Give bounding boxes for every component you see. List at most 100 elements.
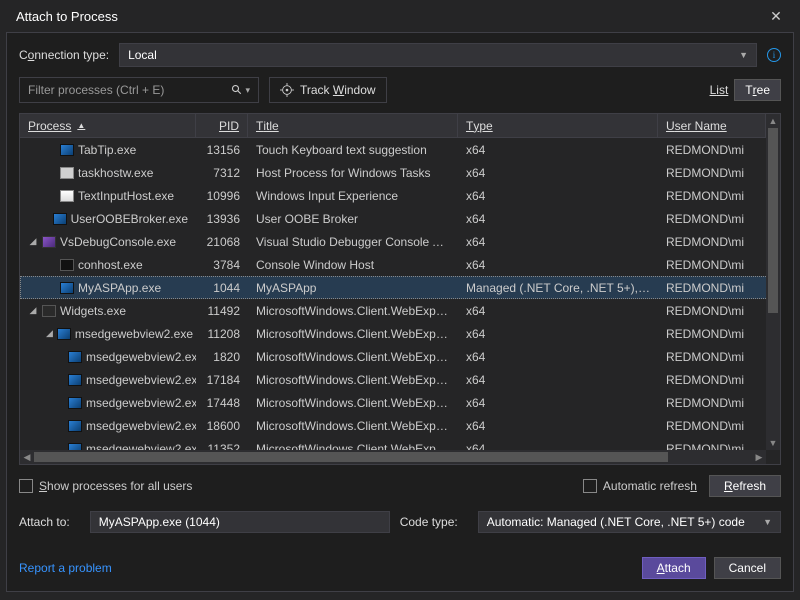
attach-to-input[interactable]: MyASPApp.exe (1044) xyxy=(90,511,390,533)
process-name: VsDebugConsole.exe xyxy=(60,235,176,249)
table-row[interactable]: UserOOBEBroker.exe13936User OOBE Brokerx… xyxy=(20,207,780,230)
vertical-scrollbar[interactable]: ▲ ▼ xyxy=(766,114,780,450)
table-row[interactable]: msedgewebview2.exe18600MicrosoftWindows.… xyxy=(20,414,780,437)
scroll-thumb[interactable] xyxy=(34,452,668,462)
process-title: Visual Studio Debugger Console App… xyxy=(248,235,458,249)
process-name: msedgewebview2.exe xyxy=(86,350,196,364)
crosshair-icon xyxy=(280,83,294,97)
process-type: x64 xyxy=(458,166,658,180)
process-title: Host Process for Windows Tasks xyxy=(248,166,458,180)
process-icon xyxy=(42,236,56,248)
process-pid: 21068 xyxy=(196,235,248,249)
process-icon xyxy=(53,213,67,225)
table-row[interactable]: ◢msedgewebview2.exe11208MicrosoftWindows… xyxy=(20,322,780,345)
auto-refresh-checkbox[interactable]: Automatic refresh xyxy=(583,479,697,493)
process-type: x64 xyxy=(458,143,658,157)
column-title[interactable]: Title xyxy=(248,114,458,137)
column-user[interactable]: User Name xyxy=(658,114,766,137)
info-icon[interactable]: i xyxy=(767,48,781,62)
list-view-button[interactable]: List xyxy=(710,83,729,97)
process-user: REDMOND\mi xyxy=(658,350,766,364)
show-all-users-checkbox[interactable]: Show processes for all users xyxy=(19,479,192,493)
process-name: Widgets.exe xyxy=(60,304,126,318)
process-pid: 13936 xyxy=(196,212,248,226)
code-type-label: Code type: xyxy=(400,515,458,529)
process-title: MyASPApp xyxy=(248,281,458,295)
process-icon xyxy=(57,328,71,340)
chevron-down-icon: ▼ xyxy=(763,517,772,527)
filter-input[interactable]: Filter processes (Ctrl + E) ▾ xyxy=(19,77,259,103)
process-title: MicrosoftWindows.Client.WebExperi… xyxy=(248,327,458,341)
cancel-button[interactable]: Cancel xyxy=(714,557,781,579)
close-icon[interactable]: ✕ xyxy=(762,8,790,25)
scroll-thumb[interactable] xyxy=(768,128,778,313)
auto-refresh-label: Automatic refresh xyxy=(603,479,697,493)
scroll-up-icon[interactable]: ▲ xyxy=(766,114,780,128)
process-pid: 13156 xyxy=(196,143,248,157)
table-row[interactable]: ◢Widgets.exe11492MicrosoftWindows.Client… xyxy=(20,299,780,322)
table-row[interactable]: TextInputHost.exe10996Windows Input Expe… xyxy=(20,184,780,207)
process-pid: 10996 xyxy=(196,189,248,203)
process-name: conhost.exe xyxy=(78,258,143,272)
table-body: TabTip.exe13156Touch Keyboard text sugge… xyxy=(20,138,780,464)
expander-icon[interactable]: ◢ xyxy=(46,328,53,339)
process-type: x64 xyxy=(458,304,658,318)
refresh-button[interactable]: Refresh xyxy=(709,475,781,497)
table-row[interactable]: ◢ VsDebugConsole.exe 21068Visual Studio De… xyxy=(20,230,780,253)
process-type: x64 xyxy=(458,212,658,226)
expander-icon[interactable]: ◢ xyxy=(28,236,38,247)
column-pid[interactable]: PID xyxy=(196,114,248,137)
column-process[interactable]: Process xyxy=(20,114,196,137)
code-type-select[interactable]: Automatic: Managed (.NET Core, .NET 5+) … xyxy=(478,511,781,533)
code-type-value: Automatic: Managed (.NET Core, .NET 5+) … xyxy=(487,515,745,529)
process-icon xyxy=(60,144,74,156)
process-icon xyxy=(68,420,82,432)
process-name: msedgewebview2.exe xyxy=(86,419,196,433)
table-row[interactable]: msedgewebview2.exe17184MicrosoftWindows.… xyxy=(20,368,780,391)
process-icon xyxy=(42,305,56,317)
attach-to-label: Attach to: xyxy=(19,515,70,529)
process-pid: 17184 xyxy=(196,373,248,387)
connection-type-select[interactable]: Local ▼ xyxy=(119,43,757,67)
scroll-down-icon[interactable]: ▼ xyxy=(766,436,780,450)
process-user: REDMOND\mi xyxy=(658,143,766,157)
tree-view-button[interactable]: Tree xyxy=(734,79,781,101)
report-problem-link[interactable]: Report a problem xyxy=(19,561,112,575)
table-row[interactable]: conhost.exe3784Console Window Hostx64RED… xyxy=(20,253,780,276)
table-row[interactable]: TabTip.exe13156Touch Keyboard text sugge… xyxy=(20,138,780,161)
column-type[interactable]: Type xyxy=(458,114,658,137)
process-pid: 1820 xyxy=(196,350,248,364)
track-window-button[interactable]: Track Window xyxy=(269,77,387,103)
process-table: Process PID Title Type User Name TabTip.… xyxy=(19,113,781,465)
scroll-left-icon[interactable]: ◀ xyxy=(20,450,34,464)
attach-row: Attach to: MyASPApp.exe (1044) Code type… xyxy=(19,511,781,533)
process-user: REDMOND\mi xyxy=(658,166,766,180)
process-type: x64 xyxy=(458,373,658,387)
table-row[interactable]: msedgewebview2.exe1820MicrosoftWindows.C… xyxy=(20,345,780,368)
table-row[interactable]: MyASPApp.exe 1044MyASPAppManaged (.NET Co… xyxy=(20,276,780,299)
expander-icon[interactable]: ◢ xyxy=(28,305,38,316)
process-name: msedgewebview2.exe xyxy=(86,373,196,387)
process-name: UserOOBEBroker.exe xyxy=(71,212,188,226)
process-icon xyxy=(68,397,82,409)
titlebar: Attach to Process ✕ xyxy=(0,0,800,32)
process-type: Managed (.NET Core, .NET 5+), x64 xyxy=(458,281,658,295)
process-pid: 11208 xyxy=(196,327,248,341)
dialog-content: Connection type: Local ▼ i Filter proces… xyxy=(6,32,794,592)
process-pid: 7312 xyxy=(196,166,248,180)
process-name: TextInputHost.exe xyxy=(78,189,174,203)
checkbox-icon xyxy=(19,479,33,493)
process-user: REDMOND\mi xyxy=(658,235,766,249)
scroll-right-icon[interactable]: ▶ xyxy=(752,450,766,464)
filter-placeholder: Filter processes (Ctrl + E) xyxy=(28,83,164,97)
table-header: Process PID Title Type User Name xyxy=(20,114,780,138)
attach-button[interactable]: Attach xyxy=(642,557,706,579)
process-icon xyxy=(60,190,74,202)
horizontal-scrollbar[interactable]: ◀ ▶ xyxy=(20,450,766,464)
table-row[interactable]: msedgewebview2.exe17448MicrosoftWindows.… xyxy=(20,391,780,414)
process-user: REDMOND\mi xyxy=(658,212,766,226)
process-name: MyASPApp.exe xyxy=(78,281,161,295)
table-row[interactable]: taskhostw.exe7312Host Process for Window… xyxy=(20,161,780,184)
process-pid: 1044 xyxy=(196,281,248,295)
process-title: MicrosoftWindows.Client.WebExperi… xyxy=(248,419,458,433)
